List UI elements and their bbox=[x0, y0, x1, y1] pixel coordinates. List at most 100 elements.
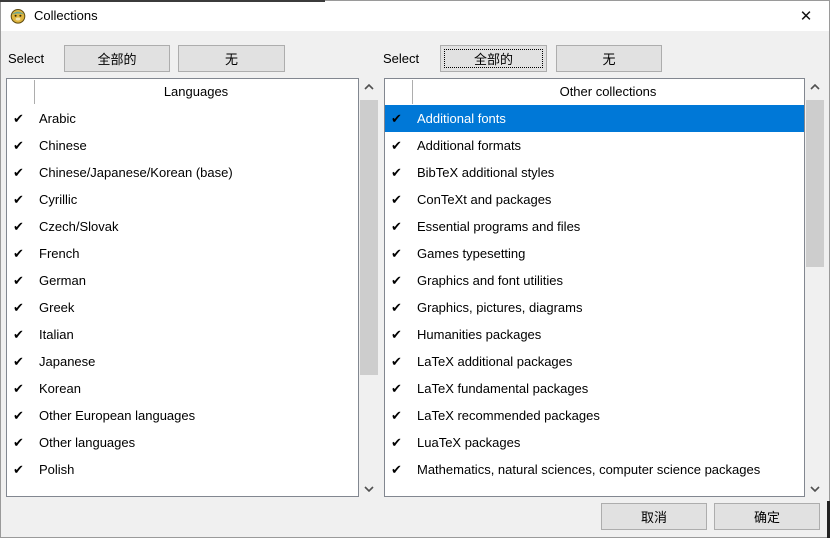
list-item[interactable]: ✔Arabic bbox=[7, 105, 358, 132]
list-item[interactable]: ✔ Graphics and font utilities bbox=[385, 267, 804, 294]
scroll-down-button[interactable] bbox=[806, 480, 824, 497]
chevron-up-icon bbox=[364, 84, 374, 90]
list-item-label: Essential programs and files bbox=[417, 219, 580, 234]
languages-header: Languages bbox=[34, 79, 358, 104]
close-button[interactable]: ✕ bbox=[787, 1, 825, 31]
list-item[interactable]: ✔ Games typesetting bbox=[385, 240, 804, 267]
select-right-label: Select bbox=[383, 45, 419, 72]
check-icon: ✔ bbox=[13, 354, 32, 370]
chevron-down-icon bbox=[810, 486, 820, 492]
list-item[interactable]: ✔ Cyrillic bbox=[7, 186, 358, 213]
check-icon: ✔ bbox=[391, 300, 410, 316]
list-item[interactable]: ✔ Czech/Slovak bbox=[7, 213, 358, 240]
list-item-label: Other languages bbox=[39, 435, 135, 450]
check-icon: ✔ bbox=[391, 273, 410, 289]
list-item-label: Korean bbox=[39, 381, 81, 396]
list-item[interactable]: ✔ German bbox=[7, 267, 358, 294]
check-icon: ✔ bbox=[391, 192, 410, 208]
list-item[interactable]: ✔Additional fonts bbox=[385, 105, 804, 132]
list-item[interactable]: ✔ LuaTeX packages bbox=[385, 429, 804, 456]
list-item-label: Japanese bbox=[39, 354, 95, 369]
check-icon: ✔ bbox=[13, 462, 32, 478]
list-item[interactable]: ✔ Korean bbox=[7, 375, 358, 402]
list-item-label: LuaTeX packages bbox=[417, 435, 520, 450]
check-icon: ✔ bbox=[13, 165, 32, 181]
list-item-label: Czech/Slovak bbox=[39, 219, 118, 234]
cancel-button[interactable]: 取消 bbox=[601, 503, 707, 530]
list-item[interactable]: ✔ LaTeX additional packages bbox=[385, 348, 804, 375]
list-item[interactable]: ✔LaTeX recommended packages bbox=[385, 402, 804, 429]
list-item[interactable]: ✔Humanities packages bbox=[385, 321, 804, 348]
check-icon: ✔ bbox=[391, 381, 410, 397]
list-item[interactable]: ✔ ConTeXt and packages bbox=[385, 186, 804, 213]
list-item[interactable]: ✔BibTeX additional styles bbox=[385, 159, 804, 186]
list-item-label: French bbox=[39, 246, 79, 261]
list-item[interactable]: ✔Other European languages bbox=[7, 402, 358, 429]
list-item-label: Games typesetting bbox=[417, 246, 525, 261]
list-item-label: Cyrillic bbox=[39, 192, 77, 207]
list-item-label: Polish bbox=[39, 462, 74, 477]
languages-panel: Languages ✔Arabic✔Chinese✔Chinese/Japane… bbox=[6, 78, 359, 497]
list-item[interactable]: ✔ Japanese bbox=[7, 348, 358, 375]
list-item[interactable]: ✔ Polish bbox=[7, 456, 358, 483]
list-item-label: LaTeX fundamental packages bbox=[417, 381, 588, 396]
other-collections-header: Other collections bbox=[412, 79, 804, 104]
texlive-lion-icon bbox=[10, 8, 26, 24]
list-item[interactable]: ✔ Italian bbox=[7, 321, 358, 348]
check-icon: ✔ bbox=[391, 327, 410, 343]
check-icon: ✔ bbox=[13, 138, 32, 154]
other-collections-list: ✔Additional fonts✔Additional formats✔Bib… bbox=[385, 105, 804, 496]
scroll-down-button[interactable] bbox=[360, 480, 378, 497]
select-none-right-button[interactable]: 无 bbox=[556, 45, 662, 72]
titlebar[interactable]: Collections ✕ bbox=[1, 1, 829, 31]
list-item-label: BibTeX additional styles bbox=[417, 165, 554, 180]
scroll-up-button[interactable] bbox=[806, 78, 824, 95]
check-icon: ✔ bbox=[13, 327, 32, 343]
check-icon: ✔ bbox=[391, 408, 410, 424]
list-item[interactable]: ✔ Chinese bbox=[7, 132, 358, 159]
check-icon: ✔ bbox=[391, 462, 410, 478]
list-item-label: German bbox=[39, 273, 86, 288]
check-icon: ✔ bbox=[13, 219, 32, 235]
list-item[interactable]: ✔Graphics, pictures, diagrams bbox=[385, 294, 804, 321]
ok-button[interactable]: 确定 bbox=[714, 503, 820, 530]
close-icon: ✕ bbox=[800, 7, 813, 25]
scrollbar-thumb[interactable] bbox=[360, 100, 378, 375]
window-title: Collections bbox=[34, 1, 98, 31]
check-icon: ✔ bbox=[391, 435, 410, 451]
list-item-label: Mathematics, natural sciences, computer … bbox=[417, 462, 760, 477]
list-item[interactable]: ✔ Mathematics, natural sciences, computer… bbox=[385, 456, 804, 483]
list-item[interactable]: ✔Other languages bbox=[7, 429, 358, 456]
check-icon: ✔ bbox=[391, 246, 410, 262]
list-item[interactable]: ✔Greek bbox=[7, 294, 358, 321]
check-icon: ✔ bbox=[13, 381, 32, 397]
check-icon: ✔ bbox=[13, 300, 32, 316]
scroll-up-button[interactable] bbox=[360, 78, 378, 95]
list-item-label: LaTeX additional packages bbox=[417, 354, 572, 369]
list-item-label: Chinese bbox=[39, 138, 87, 153]
select-all-right-button[interactable]: 全部的 bbox=[440, 45, 547, 72]
select-left-label: Select bbox=[8, 45, 44, 72]
list-item[interactable]: ✔French bbox=[7, 240, 358, 267]
check-icon: ✔ bbox=[13, 273, 32, 289]
check-icon: ✔ bbox=[13, 111, 32, 127]
check-icon: ✔ bbox=[13, 192, 32, 208]
select-all-left-button[interactable]: 全部的 bbox=[64, 45, 170, 72]
list-item[interactable]: ✔Additional formats bbox=[385, 132, 804, 159]
list-item-label: Other European languages bbox=[39, 408, 195, 423]
list-item-label: Graphics and font utilities bbox=[417, 273, 563, 288]
other-collections-scrollbar[interactable] bbox=[806, 78, 824, 497]
list-item-label: Additional fonts bbox=[417, 111, 506, 126]
languages-list: ✔Arabic✔Chinese✔Chinese/Japanese/Korean … bbox=[7, 105, 358, 496]
list-item-label: Additional formats bbox=[417, 138, 521, 153]
list-item[interactable]: ✔ Chinese/Japanese/Korean (base) bbox=[7, 159, 358, 186]
check-icon: ✔ bbox=[391, 354, 410, 370]
scrollbar-thumb[interactable] bbox=[806, 100, 824, 267]
list-item-label: Italian bbox=[39, 327, 74, 342]
list-item[interactable]: ✔Essential programs and files bbox=[385, 213, 804, 240]
languages-scrollbar[interactable] bbox=[360, 78, 378, 497]
list-item-label: ConTeXt and packages bbox=[417, 192, 551, 207]
select-none-left-button[interactable]: 无 bbox=[178, 45, 285, 72]
list-item[interactable]: ✔ LaTeX fundamental packages bbox=[385, 375, 804, 402]
list-item-label: Chinese/Japanese/Korean (base) bbox=[39, 165, 233, 180]
